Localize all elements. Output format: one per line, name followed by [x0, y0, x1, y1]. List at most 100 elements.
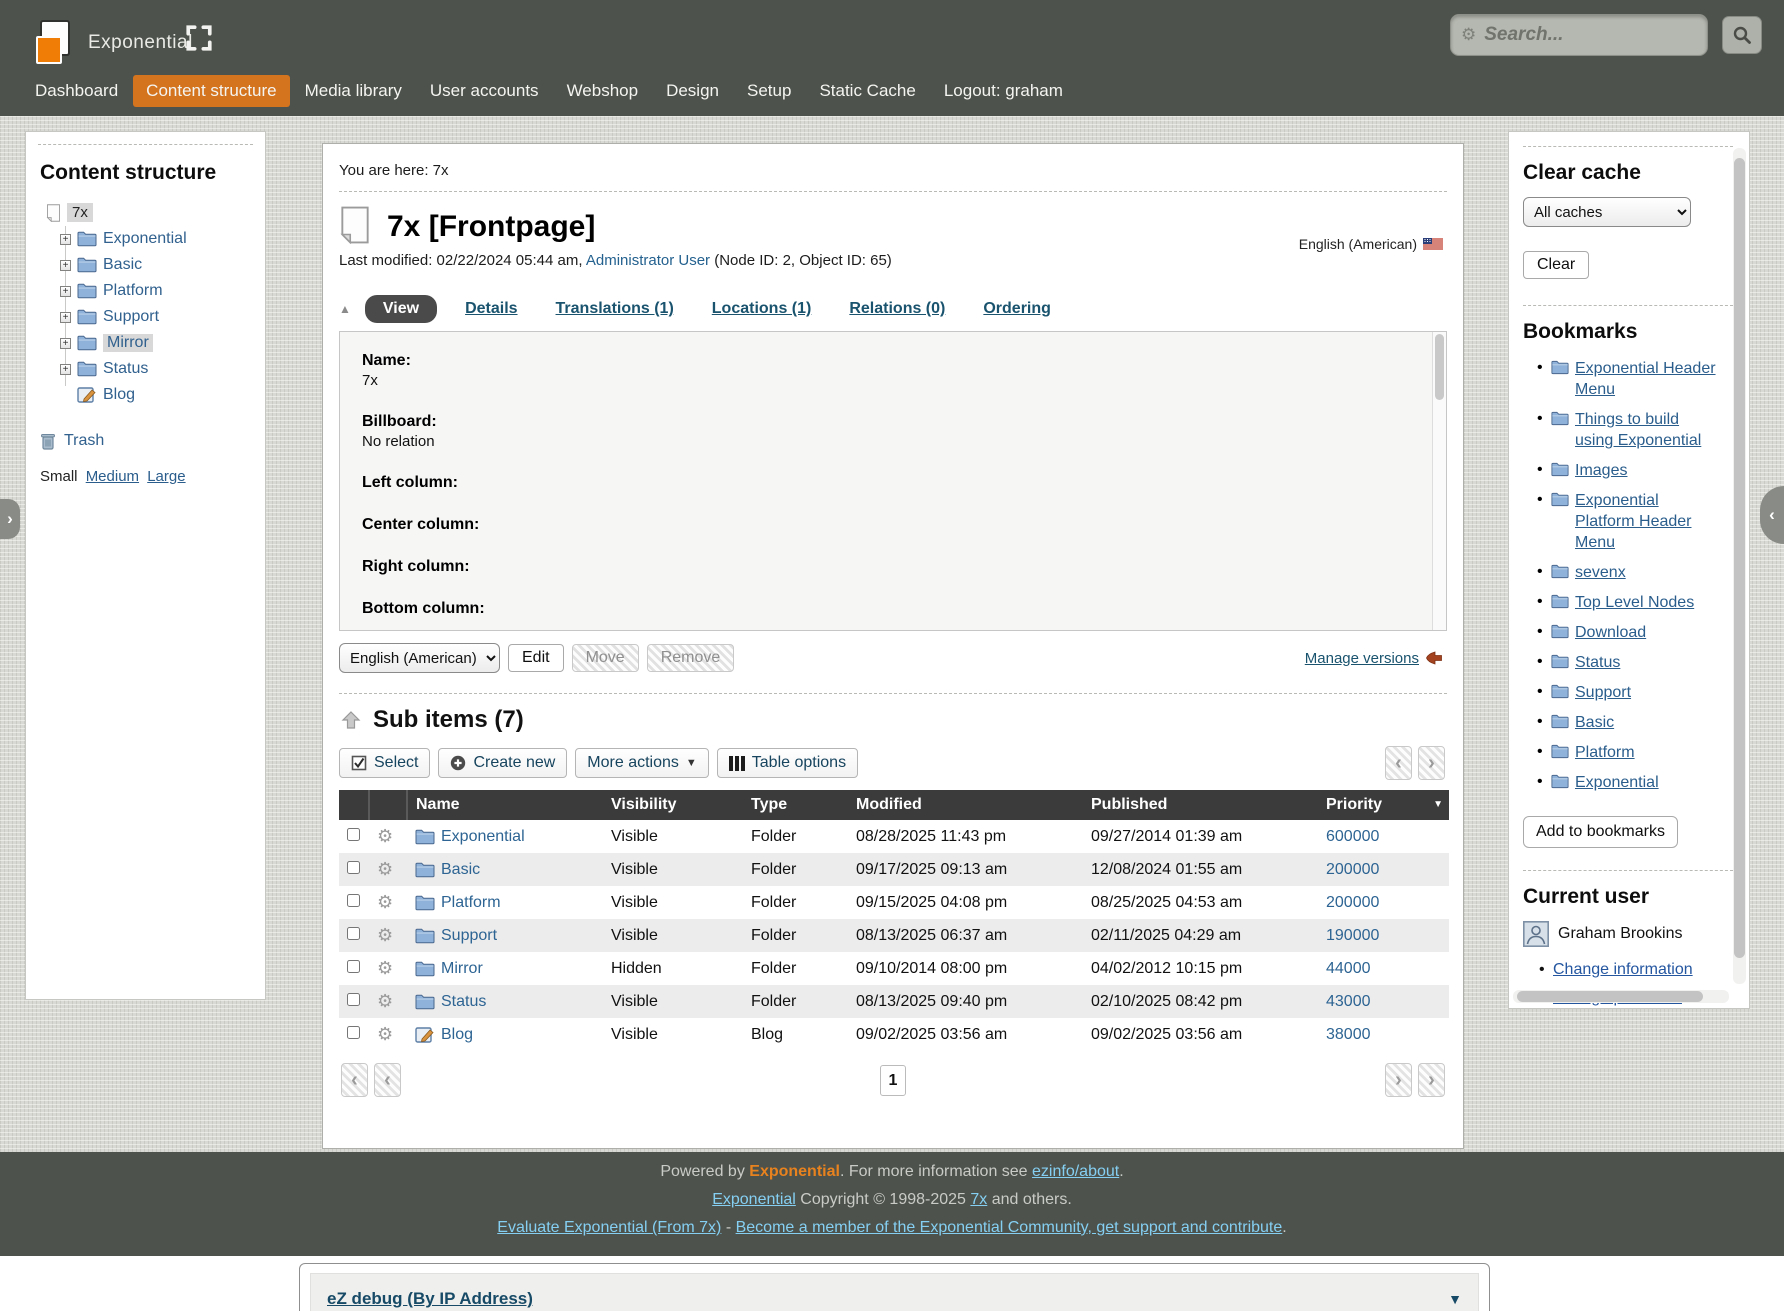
edit-button[interactable]: Edit	[508, 644, 564, 672]
tree-root-7x[interactable]: 7x	[46, 203, 253, 222]
nav-logout[interactable]: Logout: graham	[931, 75, 1076, 107]
debug-toggle-arrow-icon[interactable]: ▼	[1448, 1291, 1462, 1307]
row-gear-icon[interactable]: ⚙	[377, 925, 393, 945]
tab-relations[interactable]: Relations (0)	[849, 300, 945, 318]
nav-dashboard[interactable]: Dashboard	[22, 75, 131, 107]
current-user-row: Graham Brookins	[1523, 921, 1719, 947]
trash-icon	[40, 432, 56, 450]
row-gear-icon[interactable]: ⚙	[377, 991, 393, 1011]
create-new-button[interactable]: Create new	[438, 748, 567, 778]
table-row: ⚙ Basic Visible Folder 09/17/2025 09:13 …	[339, 853, 1449, 886]
size-medium-link[interactable]: Medium	[86, 468, 139, 485]
tree-item-blog[interactable]: Blog	[60, 382, 253, 408]
tab-locations[interactable]: Locations (1)	[712, 300, 812, 318]
row-checkbox[interactable]	[347, 1026, 360, 1039]
ez-debug-panel: eZ debug (By IP Address) ▼	[299, 1263, 1490, 1311]
folder-icon	[1551, 624, 1569, 639]
tree-item-basic[interactable]: + Basic	[60, 252, 253, 278]
right-panel-collapse-handle[interactable]: ‹	[1760, 486, 1784, 544]
clear-cache-button[interactable]: Clear	[1523, 251, 1589, 279]
collapse-triangle-icon[interactable]: ▲	[339, 302, 351, 316]
attributes-scrollbar[interactable]	[1432, 332, 1446, 630]
administrator-user-link[interactable]: Administrator User	[586, 252, 710, 269]
fullscreen-icon[interactable]	[185, 24, 213, 52]
table-row: ⚙ Blog Visible Blog 09/02/2025 03:56 am …	[339, 1018, 1449, 1051]
object-action-row: English (American) Edit Move Remove Mana…	[339, 643, 1447, 673]
content-structure-panel: Content structure 7x + Exponential + Bas…	[25, 131, 266, 1000]
expand-plus-icon[interactable]: +	[60, 364, 71, 375]
evaluate-link[interactable]: Evaluate Exponential (From 7x)	[497, 1219, 721, 1236]
nav-webshop[interactable]: Webshop	[554, 75, 652, 107]
tab-view[interactable]: View	[365, 295, 437, 323]
tree-root-label[interactable]: 7x	[67, 203, 93, 222]
blog-icon	[77, 387, 97, 403]
table-row: ⚙ Exponential Visible Folder 08/28/2025 …	[339, 820, 1449, 853]
row-gear-icon[interactable]: ⚙	[377, 859, 393, 879]
manage-versions-link[interactable]: Manage versions	[1305, 650, 1419, 667]
search-button[interactable]	[1722, 16, 1762, 54]
tree-item-mirror[interactable]: + Mirror	[60, 330, 253, 356]
trash-link[interactable]: Trash	[64, 432, 104, 450]
expand-plus-icon[interactable]: +	[60, 312, 71, 323]
page-next-button: ›	[1385, 1063, 1412, 1097]
expand-plus-icon[interactable]: +	[60, 286, 71, 297]
tab-translations[interactable]: Translations (1)	[556, 300, 674, 318]
folder-icon	[1551, 654, 1569, 669]
expand-plus-icon[interactable]: +	[60, 260, 71, 271]
more-actions-button[interactable]: More actions ▼	[575, 748, 708, 778]
search-settings-gear-icon[interactable]: ⚙	[1461, 25, 1476, 45]
tree-item-status[interactable]: + Status	[60, 356, 253, 382]
tree-item-exponential[interactable]: + Exponential	[60, 226, 253, 252]
community-link[interactable]: Become a member of the Exponential Commu…	[736, 1219, 1283, 1236]
top-bar: Exponential ⚙ Dashboard Content structur…	[0, 0, 1784, 116]
main-navigation: Dashboard Content structure Media librar…	[22, 74, 1078, 108]
object-language: English (American)	[1299, 236, 1443, 252]
row-checkbox[interactable]	[347, 894, 360, 907]
page-icon	[339, 206, 371, 244]
row-checkbox[interactable]	[347, 861, 360, 874]
size-large-link[interactable]: Large	[147, 468, 185, 485]
nav-user-accounts[interactable]: User accounts	[417, 75, 552, 107]
nav-design[interactable]: Design	[653, 75, 732, 107]
attributes-view: Name: 7x Billboard: No relation Left col…	[339, 331, 1447, 631]
right-panel-vertical-scrollbar[interactable]	[1733, 148, 1746, 984]
ezinfo-about-link[interactable]: ezinfo/about	[1032, 1163, 1119, 1180]
row-checkbox[interactable]	[347, 927, 360, 940]
right-panel-horizontal-scrollbar[interactable]	[1513, 990, 1729, 1003]
table-options-button[interactable]: Table options	[717, 748, 858, 778]
row-checkbox[interactable]	[347, 993, 360, 1006]
cache-type-select[interactable]: All caches	[1523, 197, 1691, 227]
tree-item-platform[interactable]: + Platform	[60, 278, 253, 304]
table-header-row: Name Visibility Type Modified Published …	[339, 790, 1449, 820]
exponential-link[interactable]: Exponential	[712, 1191, 796, 1208]
tab-ordering[interactable]: Ordering	[983, 300, 1051, 318]
site-footer: Powered by Exponential. For more informa…	[0, 1152, 1784, 1256]
tree-item-support[interactable]: + Support	[60, 304, 253, 330]
nav-media-library[interactable]: Media library	[292, 75, 415, 107]
move-button: Move	[572, 644, 639, 672]
row-checkbox[interactable]	[347, 960, 360, 973]
language-select[interactable]: English (American)	[339, 643, 500, 673]
folder-icon	[77, 335, 97, 351]
row-gear-icon[interactable]: ⚙	[377, 958, 393, 978]
tab-details[interactable]: Details	[465, 300, 517, 318]
search-input[interactable]	[1484, 24, 1747, 46]
nav-static-cache[interactable]: Static Cache	[806, 75, 928, 107]
table-row: ⚙ Support Visible Folder 08/13/2025 06:3…	[339, 919, 1449, 952]
object-tabs: ▲ View Details Translations (1) Location…	[339, 295, 1447, 323]
row-gear-icon[interactable]: ⚙	[377, 892, 393, 912]
sevenx-link[interactable]: 7x	[970, 1191, 987, 1208]
row-gear-icon[interactable]: ⚙	[377, 826, 393, 846]
up-arrow-icon[interactable]	[341, 710, 361, 730]
nav-setup[interactable]: Setup	[734, 75, 804, 107]
row-gear-icon[interactable]: ⚙	[377, 1024, 393, 1044]
change-information-link[interactable]: Change information	[1553, 961, 1693, 978]
expand-plus-icon[interactable]: +	[60, 234, 71, 245]
row-checkbox[interactable]	[347, 828, 360, 841]
select-button[interactable]: Select	[339, 748, 430, 778]
left-panel-expand-handle[interactable]: ›	[0, 499, 20, 539]
add-to-bookmarks-button[interactable]: Add to bookmarks	[1523, 816, 1678, 848]
nav-content-structure[interactable]: Content structure	[133, 75, 289, 107]
expand-plus-icon[interactable]: +	[60, 338, 71, 349]
ez-debug-link[interactable]: eZ debug (By IP Address)	[327, 1289, 533, 1309]
